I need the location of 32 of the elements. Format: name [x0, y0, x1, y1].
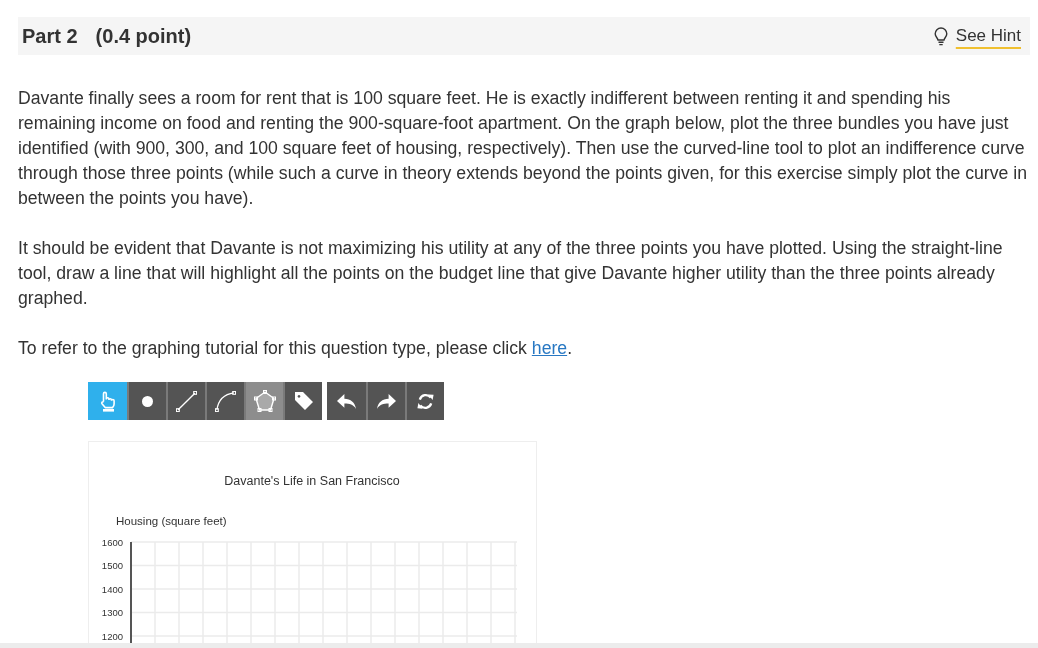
- tag-icon: [293, 391, 314, 411]
- tick-label: 1200: [101, 630, 123, 642]
- undo-button[interactable]: [327, 382, 366, 420]
- question-paragraph: It should be evident that Davante is not maximizing his utility at any of the three points you have plotted. Using the straight-line tool, draw a line that will highlight all the points on the budget line that give Davante higher utility than the three points already graphed.: [18, 237, 1004, 310]
- redo-button[interactable]: [366, 382, 405, 420]
- hand-pointer-icon: [98, 390, 117, 412]
- tick-label: 1400: [101, 583, 123, 595]
- line-segment-icon: [176, 390, 197, 412]
- tick-label: 1300: [101, 607, 123, 618]
- curve-tool-button[interactable]: [205, 382, 244, 420]
- tutorial-note: To refer to the graphing tutorial for this question type, please click here.: [18, 337, 574, 360]
- line-tool-button[interactable]: [166, 382, 205, 420]
- point-tool-button[interactable]: [127, 382, 166, 420]
- reset-button[interactable]: [405, 382, 444, 420]
- lightbulb-icon: [933, 26, 948, 46]
- dot-icon: [142, 395, 153, 407]
- polygon-tool-button[interactable]: [244, 382, 283, 420]
- graph-title: Davante's Life in San Francisco: [224, 474, 400, 488]
- y-axis-label: Housing (square feet): [116, 515, 227, 527]
- tick-label: 1500: [101, 560, 123, 571]
- label-tool-button[interactable]: [283, 382, 322, 420]
- tutorial-link[interactable]: here: [531, 338, 568, 358]
- redo-arrow-icon: [377, 393, 396, 409]
- part-title: Part 2: [22, 24, 78, 48]
- see-hint-button[interactable]: See Hint: [933, 26, 1021, 46]
- tick-label: 1600: [101, 536, 123, 548]
- undo-arrow-icon: [337, 393, 356, 409]
- curve-icon: [215, 390, 236, 412]
- refresh-icon: [416, 391, 435, 411]
- points-label: (0.4 point): [95, 24, 192, 48]
- pentagon-icon: [253, 390, 276, 412]
- question-paragraph: Davante finally sees a room for rent that is 100 square feet. He is exactly indifferent between renting it and spending his remaining income on food and renting the 900-square-foot apartment. On the graph below, plot the three bundles you have just identified (with 900, 300, and 100 square feet of housing, respectively). Then use the curved-line tool to plot an indifference curve through those three points (while such a curve in theory extends beyond the points given, for this exercise simply plot the curve in between the points you have).: [18, 87, 1028, 210]
